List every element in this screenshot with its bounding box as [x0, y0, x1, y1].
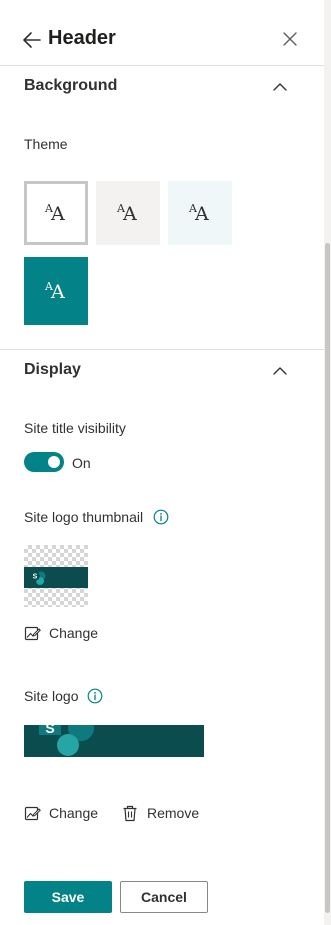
- section-divider: [0, 349, 324, 350]
- theme-option-white[interactable]: AA: [24, 181, 88, 245]
- display-section-title: Display: [24, 361, 81, 378]
- theme-option-strong[interactable]: AA: [24, 257, 88, 325]
- site-title-visibility-toggle[interactable]: [24, 452, 64, 472]
- site-logo-preview: S: [24, 725, 204, 757]
- theme-preview-glyph: AA: [117, 202, 137, 225]
- logo-letter: S: [45, 725, 54, 736]
- theme-option-soft[interactable]: AA: [168, 181, 232, 245]
- theme-preview-glyph: AA: [45, 202, 65, 225]
- edit-image-icon: [24, 806, 41, 821]
- info-icon[interactable]: [153, 509, 169, 525]
- header-divider: [0, 65, 324, 66]
- logo-letter: S: [33, 574, 38, 581]
- panel-title: Header: [48, 27, 116, 49]
- edit-image-icon: [24, 626, 41, 641]
- toggle-knob: [48, 456, 60, 468]
- save-button[interactable]: Save: [24, 881, 112, 913]
- theme-preview-glyph: AA: [189, 202, 209, 225]
- cancel-button[interactable]: Cancel: [120, 881, 208, 913]
- toggle-state-text: On: [72, 455, 91, 471]
- info-icon[interactable]: [87, 688, 103, 704]
- scrollbar-thumb[interactable]: [325, 243, 330, 913]
- chevron-up-icon[interactable]: [273, 82, 287, 92]
- theme-preview-glyph: AA: [45, 280, 65, 303]
- background-section-title: Background: [24, 77, 118, 94]
- trash-icon: [123, 805, 137, 822]
- chevron-up-icon[interactable]: [273, 366, 287, 376]
- back-arrow-icon[interactable]: [22, 30, 42, 50]
- remove-label: Remove: [147, 805, 200, 821]
- close-icon[interactable]: [282, 31, 298, 47]
- theme-option-neutral[interactable]: AA: [96, 181, 160, 245]
- sharepoint-logo-thumbnail: S: [24, 567, 88, 588]
- site-logo-label: Site logo: [24, 688, 79, 704]
- site-title-visibility-label: Site title visibility: [24, 420, 126, 436]
- site-logo-thumbnail-label: Site logo thumbnail: [24, 509, 144, 525]
- change-label: Change: [49, 625, 99, 641]
- theme-label: Theme: [24, 136, 68, 152]
- change-label: Change: [49, 805, 99, 821]
